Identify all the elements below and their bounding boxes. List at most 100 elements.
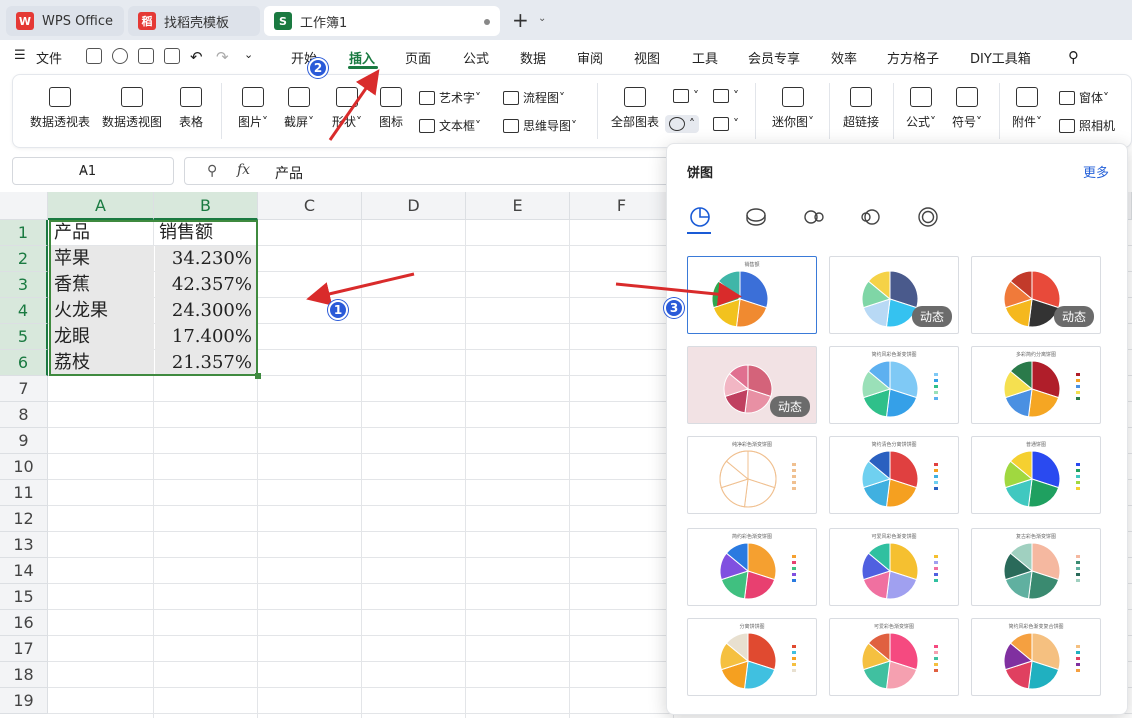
textbox-button[interactable]: 文本框 ˅ <box>419 117 481 134</box>
pie-template-7[interactable]: 纯净彩色渐变饼图 <box>687 436 817 514</box>
cell-a1[interactable]: 产品 <box>50 220 154 246</box>
tab-wps-office[interactable]: W WPS Office <box>6 6 124 36</box>
row-header-15[interactable]: 15 <box>0 584 48 610</box>
scatter-chart-button[interactable]: ˅ <box>713 117 739 131</box>
row-header-16[interactable]: 16 <box>0 610 48 636</box>
symbol-button[interactable]: 符号˅ <box>947 87 987 130</box>
row-header-14[interactable]: 14 <box>0 558 48 584</box>
cell-a6[interactable]: 荔枝 <box>50 350 154 376</box>
menu-file[interactable]: 文件 <box>36 48 62 67</box>
pie-template-11[interactable]: 可爱风彩色渐变饼图 <box>829 528 959 606</box>
menu-diy-toolbox[interactable]: DIY工具箱 <box>970 48 1031 67</box>
pie-template-10[interactable]: 简约彩色渐变饼图 <box>687 528 817 606</box>
pie-template-14[interactable]: 可爱彩色渐变饼图 <box>829 618 959 696</box>
menu-review[interactable]: 审阅 <box>577 48 603 67</box>
menu-data[interactable]: 数据 <box>520 48 546 67</box>
sparkline-button[interactable]: 迷你图˅ <box>767 87 819 130</box>
share-icon[interactable] <box>112 48 128 64</box>
menu-formula[interactable]: 公式 <box>463 48 489 67</box>
menu-ffcell[interactable]: 方方格子 <box>887 48 939 67</box>
bar-of-pie-icon[interactable] <box>859 206 881 228</box>
save-icon[interactable] <box>86 48 102 64</box>
column-header-d[interactable]: D <box>362 192 466 220</box>
flowchart-button[interactable]: 流程图 ˅ <box>503 89 565 106</box>
fx-icon[interactable]: fx <box>237 162 250 178</box>
cell-b2[interactable]: 34.230% <box>155 246 256 272</box>
column-header-a[interactable]: A <box>48 192 154 220</box>
line-chart-button[interactable]: ˅ <box>713 89 739 103</box>
chevron-down-icon[interactable]: ⌄ <box>538 13 546 24</box>
row-header-2[interactable]: 2 <box>0 246 48 272</box>
pie-template-8[interactable]: 简约清色分离饼饼图 <box>829 436 959 514</box>
pie-type-icon[interactable] <box>689 206 711 228</box>
pie-template-1[interactable]: 销售额 <box>687 256 817 334</box>
pie-3d-icon[interactable] <box>745 206 767 228</box>
wordart-button[interactable]: 艺术字 ˅ <box>419 89 481 106</box>
menu-view[interactable]: 视图 <box>634 48 660 67</box>
pie-template-3[interactable]: 动态 <box>971 256 1101 334</box>
shape-button[interactable]: 形状˅ <box>325 87 369 130</box>
pie-of-pie-icon[interactable] <box>803 206 825 228</box>
pie-template-9[interactable]: 普通饼图 <box>971 436 1101 514</box>
row-header-8[interactable]: 8 <box>0 402 48 428</box>
menu-efficiency[interactable]: 效率 <box>831 48 857 67</box>
cell-b3[interactable]: 42.357% <box>155 272 256 298</box>
redo-icon[interactable]: ↷ <box>216 48 229 66</box>
row-header-12[interactable]: 12 <box>0 506 48 532</box>
pie-template-5[interactable]: 简约风彩色渐变饼图 <box>829 346 959 424</box>
menu-tools[interactable]: 工具 <box>692 48 718 67</box>
attachment-button[interactable]: 附件˅ <box>1007 87 1047 130</box>
column-header-e[interactable]: E <box>466 192 570 220</box>
chevron-down-icon[interactable]: ⌄ <box>244 48 253 61</box>
pie-template-4[interactable]: 动态 <box>687 346 817 424</box>
chevron-down-icon[interactable]: ⌄ <box>79 164 165 175</box>
select-all-corner[interactable] <box>0 192 48 220</box>
hyperlink-button[interactable]: 超链接 <box>839 87 883 130</box>
row-header-9[interactable]: 9 <box>0 428 48 454</box>
icon-button[interactable]: 图标 <box>375 87 407 130</box>
formula-button[interactable]: 公式˅ <box>901 87 941 130</box>
pie-template-15[interactable]: 简约风彩色渐变复合饼图 <box>971 618 1101 696</box>
print-icon[interactable] <box>138 48 154 64</box>
cell-a4[interactable]: 火龙果 <box>50 298 154 324</box>
formula-bar[interactable]: ⚲ fx 产品 <box>184 157 684 185</box>
cell-a5[interactable]: 龙眼 <box>50 324 154 350</box>
row-header-13[interactable]: 13 <box>0 532 48 558</box>
row-header-3[interactable]: 3 <box>0 272 48 298</box>
search-icon[interactable]: ⚲ <box>1068 48 1079 66</box>
name-box[interactable]: A1 ⌄ <box>12 157 174 185</box>
camera-button[interactable]: 照相机 <box>1059 117 1115 134</box>
all-charts-button[interactable]: 全部图表 <box>607 87 663 130</box>
row-header-18[interactable]: 18 <box>0 662 48 688</box>
print-preview-icon[interactable] <box>164 48 180 64</box>
undo-icon[interactable]: ↶ <box>190 48 203 66</box>
cell-a3[interactable]: 香蕉 <box>50 272 154 298</box>
column-header-b[interactable]: B <box>154 192 258 220</box>
unsaved-dot-icon[interactable] <box>484 19 490 25</box>
cell-b5[interactable]: 17.400% <box>155 324 256 350</box>
pie-template-13[interactable]: 分离饼饼图 <box>687 618 817 696</box>
menu-page[interactable]: 页面 <box>405 48 431 67</box>
pivot-table-button[interactable]: 数据透视表 <box>27 87 93 130</box>
row-header-11[interactable]: 11 <box>0 480 48 506</box>
mindmap-button[interactable]: 思维导图 ˅ <box>503 117 577 134</box>
cell-b1[interactable]: 销售额 <box>155 220 258 246</box>
tab-workbook[interactable]: S 工作簿1 <box>264 6 500 36</box>
row-header-6[interactable]: 6 <box>0 350 48 376</box>
row-header-19[interactable]: 19 <box>0 688 48 714</box>
screenshot-button[interactable]: 截屏˅ <box>277 87 321 130</box>
menu-member[interactable]: 会员专享 <box>748 48 800 67</box>
row-header-5[interactable]: 5 <box>0 324 48 350</box>
picture-button[interactable]: 图片˅ <box>231 87 275 130</box>
column-header-f[interactable]: F <box>570 192 674 220</box>
menu-insert[interactable]: 插入 <box>349 48 375 67</box>
table-button[interactable]: 表格 <box>173 87 209 130</box>
row-header-4[interactable]: 4 <box>0 298 48 324</box>
column-header-c[interactable]: C <box>258 192 362 220</box>
pie-chart-button[interactable]: ˄ <box>665 115 699 133</box>
row-header-10[interactable]: 10 <box>0 454 48 480</box>
pivot-chart-button[interactable]: 数据透视图 <box>99 87 165 130</box>
row-header-1[interactable]: 1 <box>0 220 48 246</box>
cell-b6[interactable]: 21.357% <box>155 350 256 376</box>
pie-template-2[interactable]: 动态 <box>829 256 959 334</box>
